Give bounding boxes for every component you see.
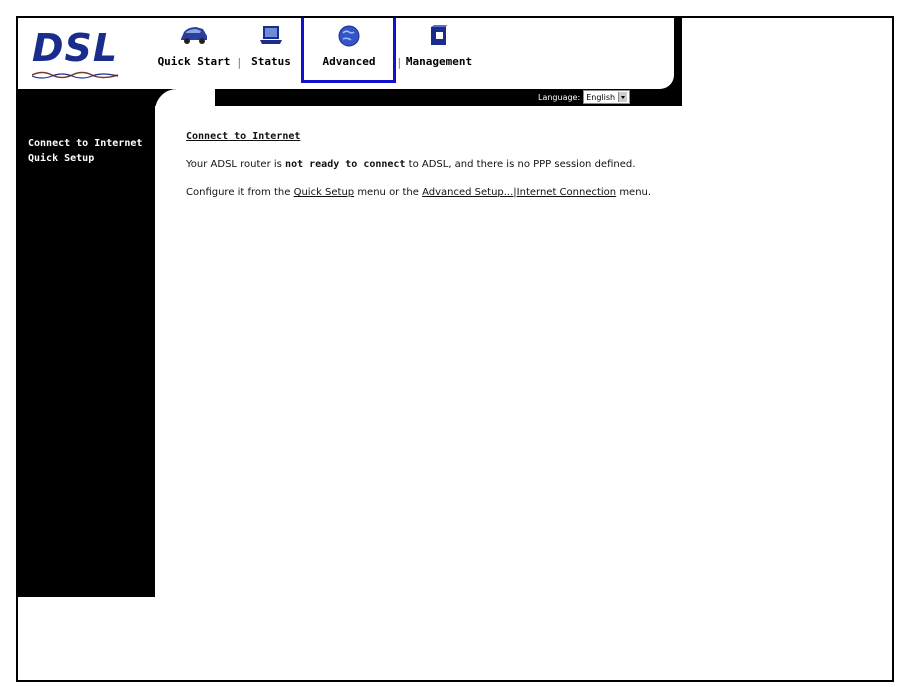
dsl-logo: DSL (28, 26, 128, 84)
sidebar-item-quick-setup[interactable]: Quick Setup (28, 151, 142, 166)
car-icon (181, 27, 207, 44)
nav-quick-start-label: Quick Start (157, 55, 231, 68)
router-admin-window: DSL Quick Start | Status Advanced | Mana… (16, 16, 894, 682)
logo-swoosh-icon (32, 71, 118, 79)
sidebar-item-connect-to-internet[interactable]: Connect to Internet (28, 136, 142, 151)
page-title: Connect to Internet (186, 131, 301, 142)
laptop-icon (260, 26, 282, 44)
status-emphasis: not ready to connect (285, 159, 406, 170)
chevron-down-icon (618, 92, 628, 102)
nav-status[interactable]: Status (246, 18, 296, 84)
sidebar-menu: Connect to Internet Quick Setup (28, 136, 142, 166)
configure-message: Configure it from the Quick Setup menu o… (186, 186, 866, 200)
nav-status-label: Status (251, 55, 291, 68)
status-suffix: to ADSL, and there is no PPP session def… (405, 159, 636, 170)
language-dropdown[interactable]: English (583, 90, 631, 104)
nav-management[interactable]: Management (400, 18, 478, 84)
language-value: English (586, 92, 616, 102)
nav-separator: | (236, 56, 243, 69)
language-selector: Language: English (538, 90, 631, 104)
quick-setup-link[interactable]: Quick Setup (294, 187, 355, 198)
language-label: Language: (538, 92, 581, 102)
configure-suffix: menu. (616, 187, 652, 198)
main-content: Connect to Internet Your ADSL router is … (186, 131, 866, 214)
nav-management-label: Management (405, 55, 473, 68)
status-message: Your ADSL router is not ready to connect… (186, 158, 866, 172)
folder-icon (431, 25, 447, 45)
nav-selection-highlight (301, 18, 396, 83)
configure-prefix: Configure it from the (186, 187, 294, 198)
advanced-setup-link[interactable]: Advanced Setup...|Internet Connection (422, 187, 616, 198)
logo-text: DSL (32, 26, 119, 70)
configure-middle: menu or the (354, 187, 423, 198)
status-prefix: Your ADSL router is (186, 159, 286, 170)
nav-quick-start[interactable]: Quick Start (154, 18, 234, 84)
